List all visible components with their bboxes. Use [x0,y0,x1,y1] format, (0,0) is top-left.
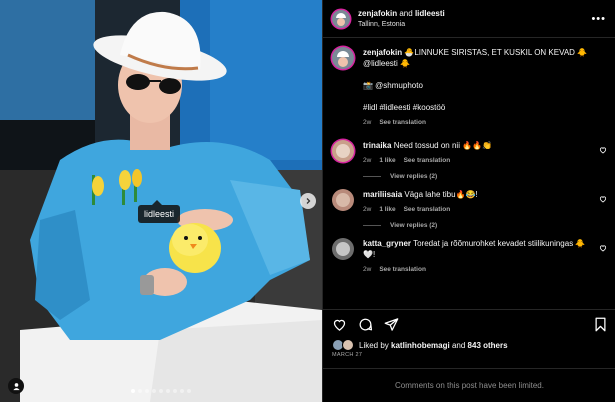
comment-item: mariliisaia Väga lahe tibu🔥😂! 2w 1 like … [332,189,607,215]
comment-likes[interactable]: 1 like [379,204,395,215]
comment-see-translation[interactable]: See translation [404,204,451,215]
instagram-post-view: lidleesti zenjafokin and lidleesti Talli… [0,0,615,402]
carousel-dot [166,389,170,393]
comment-item: trinaika Need tossud on nii 🔥🔥👏 2w 1 lik… [332,140,607,166]
caption-author-avatar[interactable] [332,47,354,69]
caption-line-1: 🐣LINNUKE SIRISTAS, ET KUSKIL ON KEVAD 🐥 [404,48,588,57]
person-icon [12,382,20,390]
liked-by-and: and [451,340,466,350]
comment-bubble-icon[interactable] [358,317,373,332]
caption-line-3[interactable]: 📸 @shmuphoto [363,80,589,91]
carousel-dot [131,389,135,393]
comment-body: mariliisaia Väga lahe tibu🔥😂! 2w 1 like … [363,189,589,215]
comment-avatar[interactable] [332,140,354,162]
location-link[interactable]: Tallinn, Estonia [358,19,445,30]
carousel-dot [173,389,177,393]
chevron-right-icon [306,198,311,204]
header-and: and [399,8,413,18]
post-date[interactable]: MARCH 27 [332,352,362,358]
caption-meta: 2w See translation [363,117,589,128]
more-options-button[interactable]: ••• [591,13,606,25]
comments-limited-notice: Comments on this post have been limited. [323,368,615,402]
tagged-users-button[interactable] [8,378,24,394]
carousel-dot [152,389,156,393]
carousel-dot [138,389,142,393]
comment-username[interactable]: mariliisaia [363,190,402,199]
comment-item: katta_gryner Toredat ja rõõmurohket keva… [332,238,607,275]
comment-meta: 2w 1 like See translation [363,155,589,166]
author-username[interactable]: zenjafokin [358,9,397,18]
post-actions [323,309,615,339]
caption-body: zenjafokin 🐣LINNUKE SIRISTAS, ET KUSKIL … [363,47,589,128]
comment-body: katta_gryner Toredat ja rõõmurohket keva… [363,238,589,275]
comment-text: Väga lahe tibu🔥😂! [404,190,478,199]
comment-see-translation[interactable]: See translation [379,264,426,275]
caption-see-translation[interactable]: See translation [379,117,426,128]
bookmark-icon[interactable] [594,317,607,332]
next-photo-button[interactable] [300,193,316,209]
view-replies-button[interactable]: View replies (2) [363,222,607,229]
carousel-dot [159,389,163,393]
post-photo[interactable]: lidleesti [0,0,322,402]
like-comment-heart-icon[interactable] [599,146,607,154]
like-comment-heart-icon[interactable] [599,195,607,203]
comment-username[interactable]: trinaika [363,141,391,150]
carousel-dot [180,389,184,393]
carousel-dots [0,389,322,393]
liked-by-prefix: Liked by [359,340,389,350]
view-replies-button[interactable]: View replies (2) [363,173,607,180]
caption-hashtags[interactable]: #lidl #lidleesti #koostöö [363,102,589,113]
comment-time[interactable]: 2w [363,155,371,166]
liked-by-user[interactable]: katlinhobemagi [391,341,450,350]
comment-time[interactable]: 2w [363,264,371,275]
comment-username[interactable]: katta_gryner [363,239,411,248]
comment-text: Need tossud on nii 🔥🔥👏 [393,141,493,150]
like-comment-heart-icon[interactable] [599,244,607,252]
user-tag-label[interactable]: lidleesti [138,200,181,223]
carousel-dot [145,389,149,393]
share-paper-plane-icon[interactable] [384,317,399,332]
collaborator-username[interactable]: lidleesti [415,9,445,18]
caption-line-2[interactable]: @lidleesti 🐥 [363,58,589,69]
comments-list[interactable]: zenjafokin 🐣LINNUKE SIRISTAS, ET KUSKIL … [323,39,615,309]
caption-username[interactable]: zenjafokin [363,48,402,57]
comment-see-translation[interactable]: See translation [404,155,451,166]
post-header: zenjafokin and lidleesti Tallinn, Estoni… [323,0,615,38]
replies-divider [363,176,381,177]
author-avatar[interactable] [332,9,350,28]
comment-likes[interactable]: 1 like [379,155,395,166]
replies-divider [363,225,381,226]
post-side-panel: zenjafokin and lidleesti Tallinn, Estoni… [322,0,615,402]
comment-body: trinaika Need tossud on nii 🔥🔥👏 2w 1 lik… [363,140,589,166]
likes-summary[interactable]: Liked by katlinhobemagi and 843 others [332,339,508,351]
comment-meta: 2w 1 like See translation [363,204,589,215]
caption-item: zenjafokin 🐣LINNUKE SIRISTAS, ET KUSKIL … [332,47,607,128]
comment-time[interactable]: 2w [363,204,371,215]
view-replies-label: View replies (2) [390,222,438,229]
liker-avatars [332,339,356,351]
comment-avatar[interactable] [332,238,354,260]
more-horizontal-icon: ••• [591,12,606,25]
comment-avatar[interactable] [332,189,354,211]
header-names: zenjafokin and lidleesti [358,8,445,19]
comment-meta: 2w See translation [363,264,589,275]
carousel-dot [187,389,191,393]
view-replies-label: View replies (2) [390,173,438,180]
liked-by-others[interactable]: 843 others [468,341,508,350]
like-heart-icon[interactable] [332,317,347,332]
header-meta: zenjafokin and lidleesti Tallinn, Estoni… [358,8,445,30]
caption-time[interactable]: 2w [363,117,371,128]
